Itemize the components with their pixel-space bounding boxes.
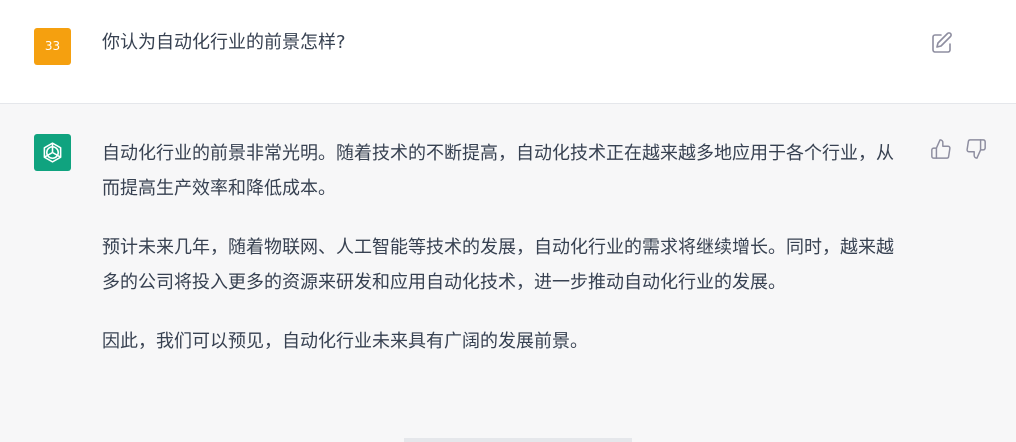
openai-logo-icon xyxy=(43,142,62,163)
thumbs-down-icon[interactable] xyxy=(965,138,989,162)
edit-icon[interactable] xyxy=(930,31,954,55)
assistant-paragraph-1: 自动化行业的前景非常光明。随着技术的不断提高，自动化技术正在越来越多地应用于各个… xyxy=(102,143,894,199)
user-message-row: 33 你认为自动化行业的前景怎样? xyxy=(0,0,1016,104)
assistant-message-row: 自动化行业的前景非常光明。随着技术的不断提高，自动化技术正在越来越多地应用于各个… xyxy=(0,104,1016,442)
assistant-message-content: 自动化行业的前景非常光明。随着技术的不断提高，自动化技术正在越来越多地应用于各个… xyxy=(102,136,907,383)
assistant-paragraph-2: 预计未来几年，随着物联网、人工智能等技术的发展，自动化行业的需求将继续增长。同时… xyxy=(102,237,894,293)
thumbs-up-icon[interactable] xyxy=(930,138,954,162)
user-message-text: 你认为自动化行业的前景怎样? xyxy=(102,32,346,53)
user-avatar: 33 xyxy=(34,28,71,65)
input-area-edge xyxy=(404,438,632,442)
assistant-avatar xyxy=(34,134,71,171)
assistant-paragraph-3: 因此，我们可以预见，自动化行业未来具有广阔的发展前景。 xyxy=(102,331,588,352)
